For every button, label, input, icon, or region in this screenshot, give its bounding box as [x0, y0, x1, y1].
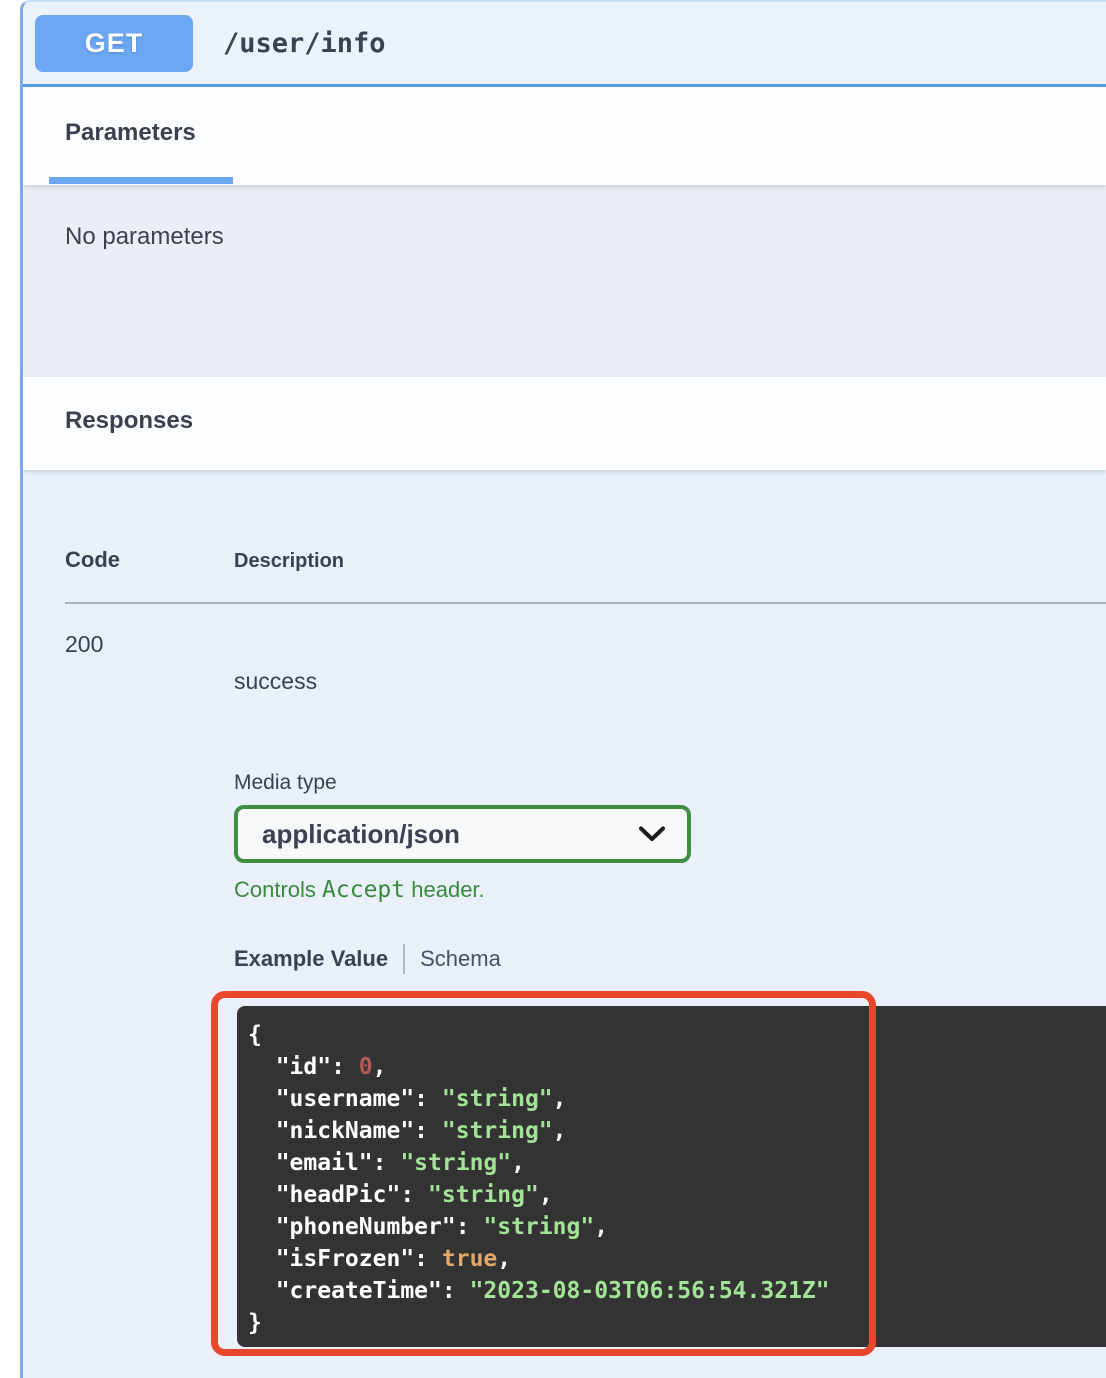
- response-table-divider: [65, 602, 1106, 604]
- parameters-body: No parameters: [23, 185, 1106, 377]
- accept-note-prefix: Controls: [234, 877, 322, 902]
- example-code-block: { "id": 0, "username": "string", "nickNa…: [237, 1006, 1106, 1347]
- code-line: "createTime": "2023-08-03T06:56:54.321Z": [248, 1275, 1106, 1307]
- code-line: "nickName": "string",: [248, 1115, 1106, 1147]
- responses-body: Code Description 200 success Media type …: [23, 470, 1106, 1378]
- code-line: {: [248, 1019, 1106, 1051]
- code-line: "username": "string",: [248, 1083, 1106, 1115]
- response-table-description-header: Description: [234, 550, 344, 573]
- operation-summary[interactable]: GET /user/info: [23, 2, 1106, 87]
- http-method-badge[interactable]: GET: [35, 15, 193, 72]
- tab-schema[interactable]: Schema: [420, 946, 501, 972]
- tab-parameters: Parameters: [65, 119, 196, 147]
- active-tab-underline: [49, 177, 233, 184]
- responses-title: Responses: [65, 407, 193, 434]
- media-type-label: Media type: [234, 771, 337, 795]
- example-schema-tabs: Example Value Schema: [234, 944, 501, 974]
- code-line: "headPic": "string",: [248, 1179, 1106, 1211]
- accept-header-note: Controls Accept header.: [234, 877, 485, 903]
- response-status-code: 200: [65, 631, 103, 658]
- accept-note-suffix: header.: [405, 877, 485, 902]
- code-line: "isFrozen": true,: [248, 1243, 1106, 1275]
- parameters-header: Parameters: [23, 87, 1106, 185]
- endpoint-path: /user/info: [223, 28, 386, 59]
- accept-note-code: Accept: [322, 877, 405, 903]
- media-type-selected-value: application/json: [262, 819, 460, 850]
- parameters-empty-text: No parameters: [65, 223, 224, 250]
- operation-block: GET /user/info Parameters No parameters …: [20, 0, 1106, 1378]
- tab-example-value[interactable]: Example Value: [234, 946, 388, 972]
- code-line: "phoneNumber": "string",: [248, 1211, 1106, 1243]
- response-description: success: [234, 668, 317, 695]
- code-line: "email": "string",: [248, 1147, 1106, 1179]
- tab-separator: [403, 944, 405, 974]
- responses-header: Responses: [23, 377, 1106, 470]
- example-json: { "id": 0, "username": "string", "nickNa…: [248, 1019, 1106, 1339]
- response-table-code-header: Code: [65, 547, 120, 573]
- media-type-select[interactable]: application/json: [234, 805, 691, 863]
- chevron-down-icon: [639, 826, 665, 842]
- code-line: "id": 0,: [248, 1051, 1106, 1083]
- code-line: }: [248, 1307, 1106, 1339]
